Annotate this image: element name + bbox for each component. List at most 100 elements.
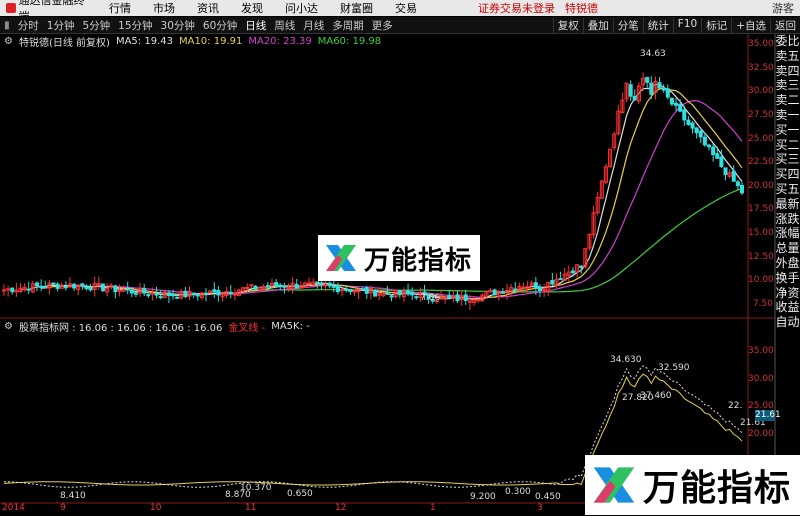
candle-body (331, 285, 336, 288)
current-value-badge: 21.61 (755, 410, 781, 421)
candle-body (228, 291, 233, 295)
price-tick-label: 20.00 (748, 180, 774, 191)
candle-body (39, 285, 44, 288)
candle-body (455, 294, 460, 302)
candle-body (34, 282, 39, 287)
low-price-label: 7.06 (420, 293, 440, 303)
x-tick-label: 3 (537, 503, 543, 513)
candle-body (570, 270, 575, 274)
candle-body (100, 283, 105, 292)
quote-panel-item: 卖三 (775, 78, 800, 93)
candle-body (348, 289, 353, 293)
quote-panel-item: 卖二 (775, 93, 800, 108)
candle-body (183, 290, 188, 298)
candle-body (344, 288, 349, 291)
quote-panel-item: 卖四 (775, 63, 800, 78)
candle-body (96, 283, 101, 286)
candle-body (492, 289, 497, 296)
candle-body (373, 289, 378, 297)
quote-panel-item: 收益 (775, 300, 800, 315)
candle-body (414, 296, 419, 299)
price-tick-label: 17.50 (748, 204, 774, 215)
candle-body (171, 293, 176, 297)
candle-body (649, 82, 654, 95)
candle-body (682, 109, 687, 121)
candle-body (88, 287, 93, 291)
candle-body (410, 291, 415, 296)
candle-body (533, 282, 538, 289)
candle-body (715, 153, 720, 159)
candle-body (397, 290, 402, 296)
quote-panel-item: 换手 (775, 270, 800, 285)
price-tick-label: 15.00 (748, 228, 774, 239)
candle-body (711, 146, 716, 156)
watermark-banner: 万能指标 (318, 235, 480, 281)
candle-body (216, 290, 221, 296)
candle-body (142, 287, 147, 294)
x-tick-label: 12 (335, 503, 347, 513)
indicator-value-label: 22. (728, 401, 742, 411)
quote-panel-item: 买四 (775, 167, 800, 182)
indicator-value-label: 37.460 (640, 391, 672, 401)
candle-body (43, 286, 48, 289)
candle-body (657, 82, 662, 89)
candle-body (542, 288, 547, 291)
x-tick-label: 10 (150, 503, 162, 513)
candle-body (282, 285, 287, 288)
candle-body (661, 88, 666, 91)
candle-body (113, 285, 118, 293)
price-tick-label: 7.50 (752, 299, 773, 309)
candle-body (154, 292, 159, 296)
indicator-tick-label: 30.00 (748, 373, 774, 384)
candle-body (327, 282, 332, 287)
candle-body (63, 286, 68, 289)
candle-body (117, 289, 122, 292)
price-tick-label: 32.50 (748, 62, 774, 73)
candle-body (579, 265, 584, 269)
candle-body (84, 286, 89, 290)
quote-panel-item: 买五 (775, 181, 800, 196)
watermark-logo-icon (593, 467, 635, 503)
candle-body (632, 95, 637, 101)
quote-panel-item: 委比 (775, 34, 800, 48)
candle-body (694, 127, 699, 134)
candle-body (558, 278, 563, 281)
x-tick-label: 11 (245, 503, 257, 513)
candle-body (698, 130, 703, 138)
candle-body (72, 283, 77, 289)
x-tick-label: 2014 (2, 503, 25, 513)
candle-body (690, 122, 695, 129)
candle-body (146, 294, 151, 297)
indicator-tick-label: 20.00 (748, 428, 774, 439)
candle-body (669, 97, 674, 105)
price-tick-label: 30.00 (748, 86, 774, 97)
candle-body (537, 286, 542, 292)
candle-body (51, 282, 56, 285)
candle-body (150, 292, 155, 295)
price-tick-label: 27.50 (748, 109, 774, 120)
price-tick-label: 25.00 (748, 133, 774, 144)
quote-panel-item: 卖五 (775, 48, 800, 63)
candle-body (500, 291, 505, 294)
quote-panel-item: 净资 (775, 285, 800, 300)
candle-body (307, 282, 312, 285)
price-tick-label: 12.50 (748, 251, 774, 262)
candle-body (158, 296, 163, 299)
quote-panel-item: 最新 (775, 196, 800, 211)
x-tick-label: 9 (60, 503, 66, 513)
quote-panel-item: 买一 (775, 122, 800, 137)
quote-panel-item: 卖一 (775, 107, 800, 122)
candle-body (212, 289, 217, 292)
indicator-value-label: 10.370 (240, 483, 272, 493)
candle-body (719, 156, 724, 167)
candle-body (550, 280, 555, 285)
candle-body (10, 287, 15, 293)
quote-side-panel: 委比 卖五 卖四 卖三 卖二 卖一 买一 买二 买三 买四 买五 最新 涨跌 涨幅 总量 外盘 换手 净资 收益 自动 (775, 34, 800, 484)
candle-body (191, 292, 196, 295)
candle-body (2, 289, 6, 292)
candle-body (364, 287, 369, 294)
candle-body (360, 288, 365, 291)
candle-body (521, 286, 526, 289)
candle-body (133, 292, 138, 295)
candle-body (274, 282, 279, 287)
